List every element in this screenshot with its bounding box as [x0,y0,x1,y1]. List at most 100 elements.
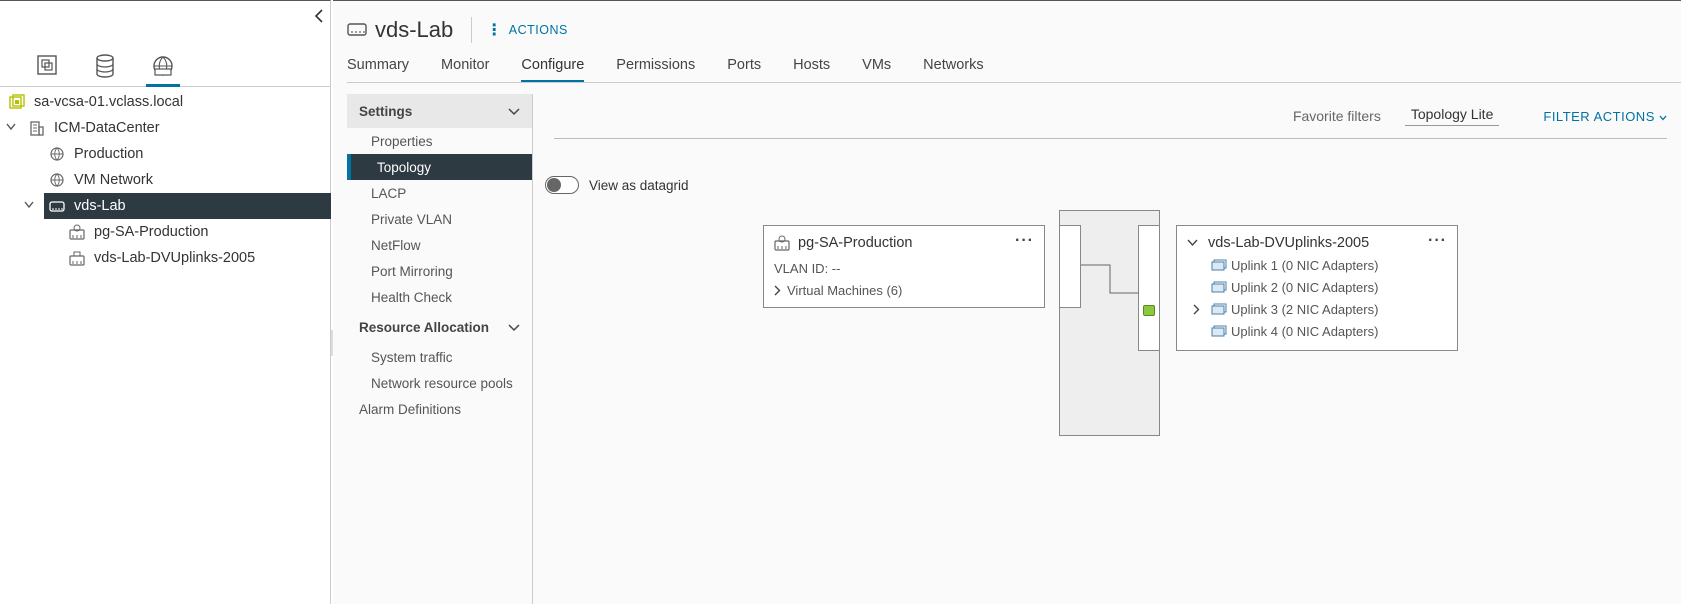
portgroup-card-title: pg-SA-Production [774,235,912,251]
settings-heading: Settings [359,103,413,119]
subnav-item-health-check[interactable]: Health Check [347,284,532,310]
nic-icon [1211,259,1227,271]
subnav-item-netflow[interactable]: NetFlow [347,232,532,258]
tab-monitor[interactable]: Monitor [441,57,489,83]
object-header: vds-Lab ⋮ ACTIONS [347,15,568,45]
chevron-left-icon[interactable] [314,9,324,28]
portgroup-card[interactable]: pg-SA-Production ··· VLAN ID: -- Virtual… [763,225,1045,308]
resource-allocation-header[interactable]: Resource Allocation [347,310,532,344]
subnav-item-lacp[interactable]: LACP [347,180,532,206]
tree-item-label: vds-Lab-DVUplinks-2005 [94,250,256,266]
chevron-down-icon[interactable] [1187,239,1198,247]
navigator-view-tabs [0,51,331,87]
switch-connection-line [1081,264,1139,294]
main-panel: vds-Lab ⋮ ACTIONS Summary Monitor Config… [333,0,1681,604]
chevron-down-icon [508,104,520,119]
portgroup-icon [68,224,86,240]
subnav-item-port-mirroring[interactable]: Port Mirroring [347,258,532,284]
chevron-down-icon [508,320,520,335]
tree-item-label: vds-Lab [74,198,126,214]
switch-port-left [1059,225,1081,308]
tree-item-selected[interactable]: vds-Lab [44,193,331,219]
tree-item-label: VM Network [74,172,153,188]
inventory-tree: sa-vcsa-01.vclass.local ICM-DataCenter P… [0,89,331,271]
uplink-portgroup-icon [68,250,86,266]
uplinks-card[interactable]: vds-Lab-DVUplinks-2005 ··· Uplink 1 (0 N… [1176,225,1458,351]
datacenter-icon [28,120,46,136]
more-options-icon[interactable]: ··· [1428,232,1447,250]
tree-item-label: pg-SA-Production [94,224,209,240]
tabs-divider [347,82,1681,83]
uplink-item[interactable]: Uplink 4 (0 NIC Adapters) [1211,320,1378,342]
chevron-down-icon[interactable] [24,200,34,212]
uplink-item[interactable]: Uplink 1 (0 NIC Adapters) [1211,254,1378,276]
uplink-label: Uplink 4 (0 NIC Adapters) [1231,323,1379,339]
topology-lite-filter[interactable]: Topology Lite [1404,106,1500,126]
network-icon [48,172,66,188]
toggle-label: View as datagrid [589,177,689,193]
subnav-item-alarm-definitions[interactable]: Alarm Definitions [347,396,532,422]
tab-networks[interactable]: Networks [923,57,983,83]
hosts-clusters-icon[interactable] [30,51,64,87]
configure-subnav: Settings Properties Topology LACP Privat… [347,94,533,604]
tree-item-dvuplinks[interactable]: vds-Lab-DVUplinks-2005 [0,245,331,271]
active-port-indicator[interactable] [1143,305,1155,316]
vcenter-icon [8,94,26,110]
chevron-right-icon [774,285,781,296]
kebab-icon: ⋮ [486,22,503,39]
nic-icon [1211,325,1227,337]
networking-icon[interactable] [146,51,180,87]
uplink-label: Uplink 3 (2 NIC Adapters) [1231,301,1379,317]
chevron-down-icon [1659,109,1667,124]
nic-icon [1211,303,1227,315]
subnav-item-topology[interactable]: Topology [347,154,532,180]
tree-item-vm-network[interactable]: VM Network [0,167,331,193]
chevron-right-icon[interactable] [1193,304,1200,315]
subnav-item-network-resource-pools[interactable]: Network resource pools [347,370,532,396]
tree-item-vds-lab[interactable]: vds-Lab [0,193,331,219]
filter-actions-label: FILTER ACTIONS [1543,108,1655,124]
settings-section-header[interactable]: Settings [347,94,532,128]
subnav-item-private-vlan[interactable]: Private VLAN [347,206,532,232]
subnav-item-properties[interactable]: Properties [347,128,532,154]
distributed-switch-icon [347,21,367,40]
actions-label: ACTIONS [508,23,568,37]
inventory-navigator: sa-vcsa-01.vclass.local ICM-DataCenter P… [0,0,331,604]
portgroup-name: pg-SA-Production [798,235,913,251]
chevron-down-icon[interactable] [6,122,16,134]
object-tabs: Summary Monitor Configure Permissions Po… [347,57,1016,83]
uplink-item[interactable]: Uplink 2 (0 NIC Adapters) [1211,276,1378,298]
tab-summary[interactable]: Summary [347,57,409,83]
uplink-item[interactable]: Uplink 3 (2 NIC Adapters) [1193,298,1379,320]
tab-configure[interactable]: Configure [521,57,585,83]
virtual-machines-label: Virtual Machines (6) [787,283,903,298]
actions-menu-button[interactable]: ⋮ ACTIONS [486,20,568,40]
tree-item-pg-sa-production[interactable]: pg-SA-Production [0,219,331,245]
switch-port-right [1138,225,1160,351]
more-options-icon[interactable]: ··· [1015,232,1034,250]
tree-item-vcenter[interactable]: sa-vcsa-01.vclass.local [0,89,331,115]
view-as-datagrid-toggle[interactable] [545,176,579,194]
filter-actions-button[interactable]: FILTER ACTIONS [1543,109,1667,124]
tab-vms[interactable]: VMs [862,57,891,83]
tree-item-label: Production [74,146,144,162]
tab-hosts[interactable]: Hosts [793,57,830,83]
favorite-filters-button[interactable]: Favorite filters [1293,108,1381,124]
datagrid-toggle-row: View as datagrid [545,176,689,194]
page-title: vds-Lab [375,17,454,42]
tab-permissions[interactable]: Permissions [616,57,695,83]
uplinks-card-title: vds-Lab-DVUplinks-2005 [1187,235,1369,251]
distributed-switch-icon [48,198,66,214]
tree-item-label: ICM-DataCenter [54,120,160,136]
divider [471,17,473,43]
tab-ports[interactable]: Ports [727,57,761,83]
tree-item-datacenter[interactable]: ICM-DataCenter [0,115,331,141]
uplinks-name: vds-Lab-DVUplinks-2005 [1208,235,1370,251]
storage-icon[interactable] [88,51,122,87]
virtual-machines-expander[interactable]: Virtual Machines (6) [774,283,902,298]
tree-item-production[interactable]: Production [0,141,331,167]
resource-heading: Resource Allocation [359,319,490,335]
network-icon [48,146,66,162]
subnav-item-system-traffic[interactable]: System traffic [347,344,532,370]
portgroup-icon [774,235,790,251]
